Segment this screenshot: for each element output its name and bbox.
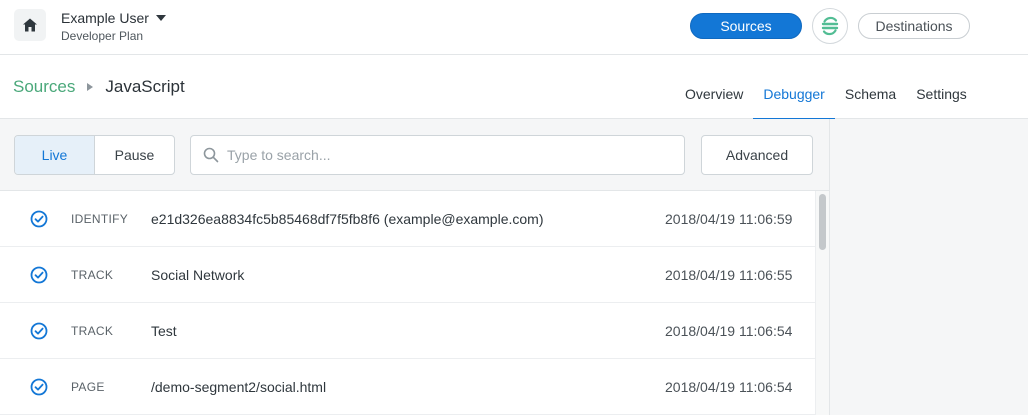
event-row[interactable]: TRACK Social Network 2018/04/19 11:06:55 [0, 247, 815, 303]
check-circle-icon [30, 266, 48, 284]
advanced-button[interactable]: Advanced [701, 135, 813, 175]
caret-down-icon [155, 15, 166, 21]
search-input[interactable] [227, 147, 667, 163]
scrollbar-thumb[interactable] [819, 194, 826, 250]
event-name: /demo-segment2/social.html [151, 378, 327, 395]
tab-overview[interactable]: Overview [675, 55, 753, 119]
event-name: Social Network [151, 266, 245, 283]
tab-debugger[interactable]: Debugger [753, 55, 835, 120]
live-button[interactable]: Live [15, 136, 95, 174]
event-row[interactable]: IDENTIFY e21d326ea8834fc5b85468df7f5fb8f… [0, 191, 815, 247]
event-type: IDENTIFY [71, 211, 129, 226]
top-bar: Example User Developer Plan Sources Dest… [0, 0, 1028, 55]
event-row[interactable]: TRACK Test 2018/04/19 11:06:54 [0, 303, 815, 359]
breadcrumb-current: JavaScript [105, 77, 185, 96]
segment-logo[interactable] [812, 8, 848, 44]
event-type: TRACK [71, 267, 114, 282]
check-circle-icon [30, 210, 48, 228]
check-circle-icon [30, 378, 48, 396]
tab-schema[interactable]: Schema [835, 55, 906, 119]
nav-sources-button[interactable]: Sources [690, 13, 802, 39]
breadcrumb-sources-link[interactable]: Sources [13, 77, 75, 97]
pause-button[interactable]: Pause [95, 136, 174, 174]
event-list: IDENTIFY e21d326ea8834fc5b85468df7f5fb8f… [0, 191, 815, 415]
live-pause-toggle: Live Pause [14, 135, 175, 175]
source-header: Sources JavaScript Overview Debugger Sch… [0, 55, 1028, 120]
check-circle-icon [30, 322, 48, 340]
event-detail-panel [829, 119, 1028, 415]
event-timestamp: 2018/04/19 11:06:59 [665, 210, 793, 227]
home-icon [23, 18, 37, 32]
event-timestamp: 2018/04/19 11:06:54 [665, 322, 793, 339]
event-name: e21d326ea8834fc5b85468df7f5fb8f6 (exampl… [151, 210, 544, 227]
workspace-switcher[interactable]: Example User Developer Plan [61, 10, 166, 43]
event-type: TRACK [71, 323, 114, 338]
event-type: PAGE [71, 379, 105, 394]
segment-logo-icon [821, 16, 839, 36]
debugger-toolbar: Live Pause Advanced [0, 119, 829, 191]
workspace-plan: Developer Plan [61, 29, 144, 43]
home-button[interactable] [14, 9, 46, 41]
event-list-scrollbar[interactable] [815, 191, 829, 415]
workspace-name: Example User [61, 10, 149, 26]
event-name: Test [151, 322, 177, 339]
source-tabs: Overview Debugger Schema Settings [675, 55, 977, 120]
event-timestamp: 2018/04/19 11:06:55 [665, 266, 793, 283]
search-box [190, 135, 685, 175]
tab-settings[interactable]: Settings [906, 55, 977, 119]
event-row[interactable]: PAGE /demo-segment2/social.html 2018/04/… [0, 359, 815, 415]
caret-right-icon [87, 83, 94, 91]
event-timestamp: 2018/04/19 11:06:54 [665, 378, 793, 395]
breadcrumb: Sources JavaScript [13, 77, 185, 97]
nav-destinations-button[interactable]: Destinations [858, 13, 970, 39]
search-icon [203, 147, 219, 163]
